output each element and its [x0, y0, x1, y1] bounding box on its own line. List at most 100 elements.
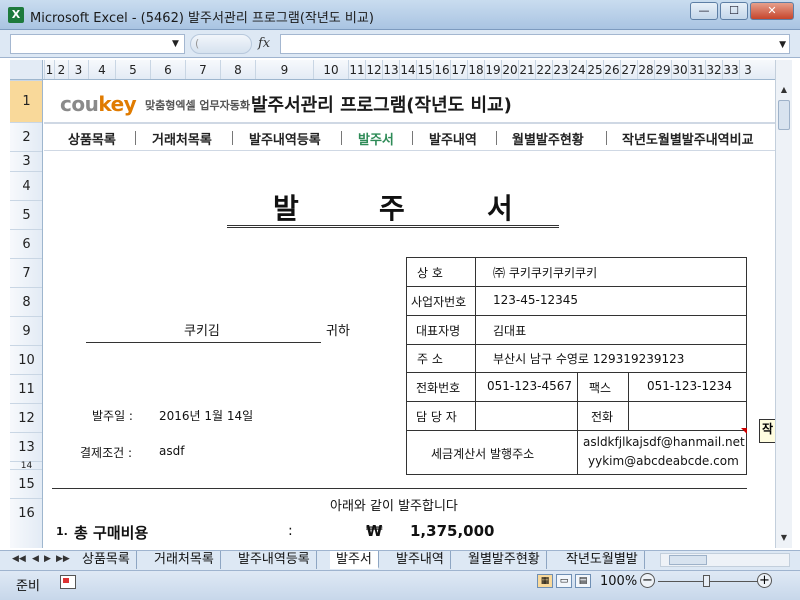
- column-header-cell[interactable]: 12: [365, 60, 382, 79]
- row-header-cell[interactable]: 4: [10, 171, 42, 200]
- row-header-cell[interactable]: 1: [10, 80, 42, 122]
- column-header-cell[interactable]: 17: [450, 60, 467, 79]
- table-rule: [407, 286, 746, 287]
- row-header-cell[interactable]: 10: [10, 345, 42, 374]
- zoom-out-button[interactable]: −: [640, 573, 655, 588]
- row-header-cell[interactable]: 12: [10, 403, 42, 432]
- column-header-cell[interactable]: 25: [586, 60, 603, 79]
- nav-item-order-entry[interactable]: 발주내역등록: [249, 129, 321, 148]
- row-header-cell[interactable]: 14: [10, 461, 42, 471]
- column-header-cell[interactable]: 13: [382, 60, 399, 79]
- excel-app-icon[interactable]: X: [8, 7, 24, 23]
- column-header-cell[interactable]: 16: [433, 60, 450, 79]
- column-header-cell[interactable]: 23: [552, 60, 569, 79]
- comment-indicator-icon[interactable]: [741, 428, 747, 434]
- column-header-cell[interactable]: 22: [535, 60, 552, 79]
- formula-controls[interactable]: (: [190, 34, 252, 54]
- app-title: 발주서관리 프로그램(작년도 비교): [251, 95, 512, 116]
- maximize-button[interactable]: ☐: [720, 2, 748, 20]
- column-header-cell[interactable]: 19: [484, 60, 501, 79]
- column-header-cell[interactable]: 7: [185, 60, 220, 79]
- column-header-cell[interactable]: 27: [620, 60, 637, 79]
- sheet-tab-monthly-status[interactable]: 월별발주현황: [462, 551, 547, 569]
- worksheet[interactable]: coukey 맞춤형엑셀 업무자동화 발주서관리 프로그램(작년도 비교) 상품…: [44, 80, 775, 548]
- column-header-cell[interactable]: 24: [569, 60, 586, 79]
- column-header-cell[interactable]: 11: [348, 60, 365, 79]
- column-header-cell[interactable]: 32: [705, 60, 722, 79]
- macro-record-icon[interactable]: [60, 575, 76, 589]
- nav-item-yearly-compare[interactable]: 작년도월별발주내역비교: [622, 129, 754, 148]
- last-sheet-icon[interactable]: ▶▶: [56, 554, 70, 564]
- name-box-dropdown-icon[interactable]: ▼: [172, 39, 179, 49]
- sheet-tab-vendors[interactable]: 거래처목록: [148, 551, 221, 569]
- row-header-cell[interactable]: 7: [10, 258, 42, 287]
- horizontal-scroll-thumb[interactable]: [669, 555, 707, 565]
- scroll-up-icon[interactable]: ▲: [776, 82, 792, 98]
- normal-view-icon[interactable]: ▦: [537, 574, 553, 588]
- page-layout-view-icon[interactable]: ▭: [556, 574, 572, 588]
- expand-formula-icon[interactable]: ▼: [779, 40, 786, 50]
- page-break-view-icon[interactable]: ▤: [575, 574, 591, 588]
- first-sheet-icon[interactable]: ◀◀: [12, 554, 26, 564]
- prev-sheet-icon[interactable]: ◀: [32, 554, 39, 564]
- column-header-cell[interactable]: 4: [88, 60, 115, 79]
- nav-item-order-history[interactable]: 발주내역: [429, 129, 477, 148]
- column-header-cell[interactable]: 3: [68, 60, 88, 79]
- nav-item-purchase-order[interactable]: 발주서: [358, 129, 394, 148]
- sheet-tab-purchase-order[interactable]: 발주서: [330, 551, 379, 569]
- column-header-cell[interactable]: 6: [150, 60, 185, 79]
- sheet-tab-order-entry[interactable]: 발주내역등록: [232, 551, 317, 569]
- row-header-cell[interactable]: 11: [10, 374, 42, 403]
- select-all-corner[interactable]: [10, 60, 43, 80]
- close-button[interactable]: ✕: [750, 2, 794, 20]
- column-header-cell[interactable]: 10: [313, 60, 348, 79]
- column-header-cell[interactable]: 31: [688, 60, 705, 79]
- column-header-cell[interactable]: 18: [467, 60, 484, 79]
- zoom-in-button[interactable]: +: [757, 573, 772, 588]
- vertical-scrollbar[interactable]: ▲ ▼: [775, 60, 792, 548]
- column-header-cell[interactable]: 9: [255, 60, 313, 79]
- comment-popup[interactable]: 작: [759, 419, 775, 443]
- next-sheet-icon[interactable]: ▶: [44, 554, 51, 564]
- nav-item-vendors[interactable]: 거래처목록: [152, 129, 212, 148]
- column-header-cell[interactable]: 1: [44, 60, 54, 79]
- column-header-cell[interactable]: 2: [54, 60, 68, 79]
- column-header-cell[interactable]: 15: [416, 60, 433, 79]
- sheet-tab-products[interactable]: 상품목록: [76, 551, 137, 569]
- row-header-cell[interactable]: 8: [10, 287, 42, 316]
- column-header: 1 2 3 4 5 6 7 8 9 10 11 12 13 14 15 16 17 18 19 20 21 22 23 24 2…: [10, 60, 775, 80]
- column-header-cell[interactable]: 29: [654, 60, 671, 79]
- sheet-tab-yearly-compare[interactable]: 작년도월별발: [560, 551, 645, 569]
- column-header-cell[interactable]: 33: [722, 60, 739, 79]
- insert-function-icon[interactable]: fx: [258, 36, 270, 51]
- row-header-cell[interactable]: 2: [10, 122, 42, 151]
- minimize-button[interactable]: —: [690, 2, 718, 20]
- row-header-cell[interactable]: 6: [10, 229, 42, 258]
- column-header-cell[interactable]: 28: [637, 60, 654, 79]
- nav-item-monthly-status[interactable]: 월별발주현황: [512, 129, 584, 148]
- column-header-cell[interactable]: 26: [603, 60, 620, 79]
- scroll-down-icon[interactable]: ▼: [776, 530, 792, 546]
- column-header-cell[interactable]: 21: [518, 60, 535, 79]
- row-header-cell[interactable]: 13: [10, 432, 42, 461]
- column-header-cell[interactable]: 20: [501, 60, 518, 79]
- column-header-cell[interactable]: 30: [671, 60, 688, 79]
- name-box[interactable]: [10, 34, 185, 54]
- column-header-cell[interactable]: 5: [115, 60, 150, 79]
- column-header-cell[interactable]: 14: [399, 60, 416, 79]
- column-header-cell[interactable]: 8: [220, 60, 255, 79]
- zoom-level[interactable]: 100%: [600, 574, 637, 589]
- formula-input[interactable]: [280, 34, 790, 54]
- row-header-cell[interactable]: 16: [10, 498, 42, 527]
- nav-item-products[interactable]: 상품목록: [68, 129, 116, 148]
- row-header-cell[interactable]: 5: [10, 200, 42, 229]
- row-header-cell[interactable]: 15: [10, 469, 42, 498]
- vertical-scroll-thumb[interactable]: [778, 100, 790, 130]
- horizontal-scrollbar[interactable]: [660, 553, 790, 567]
- ceo-value: 김대표: [493, 324, 527, 338]
- sheet-tab-order-history[interactable]: 발주내역: [390, 551, 451, 569]
- column-header-cell[interactable]: 3: [739, 60, 756, 79]
- zoom-slider-thumb[interactable]: [703, 575, 710, 587]
- row-header-cell[interactable]: 3: [10, 151, 42, 171]
- row-header-cell[interactable]: 9: [10, 316, 42, 345]
